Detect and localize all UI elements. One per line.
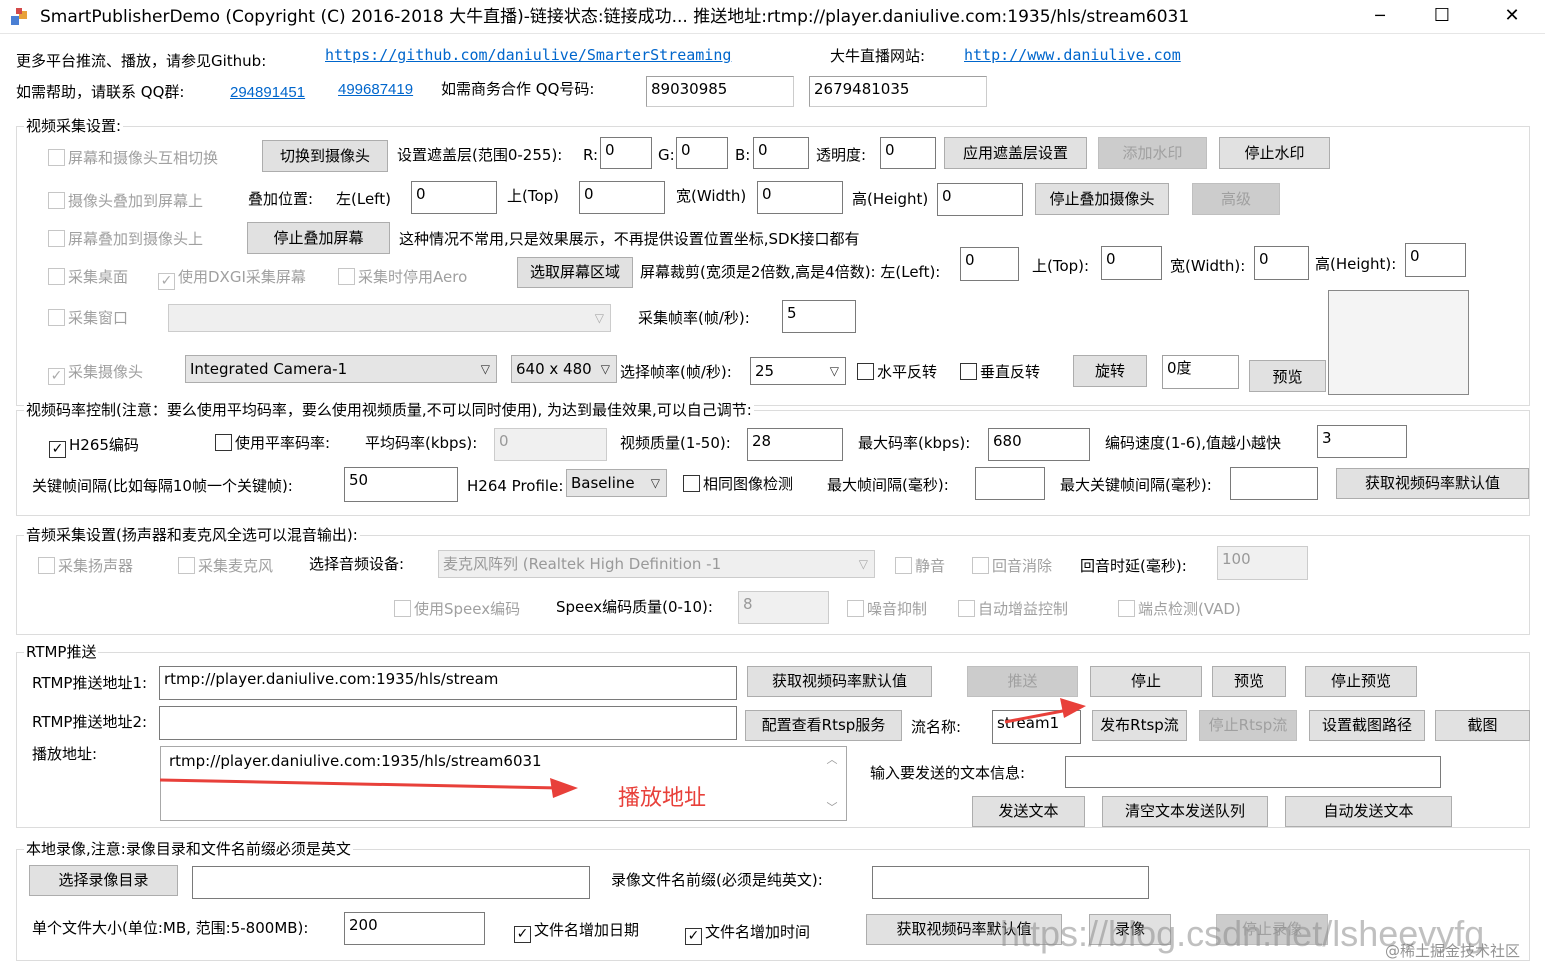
arrow-head-icon (550, 778, 578, 798)
record-group-label: 本地录像,注意:录像目录和文件名前缀必须是英文 (24, 839, 353, 859)
record-prefix-label: 录像文件名前缀(必须是纯英文): (611, 871, 823, 889)
annotation-arrow-line (159, 778, 561, 790)
file-size-input[interactable]: 200 (344, 912, 485, 945)
checkbox-box: ✓ (514, 926, 531, 943)
record-prefix-input[interactable] (872, 866, 1149, 899)
text-message-label: 输入要发送的文本信息: (870, 764, 1026, 782)
clear-text-queue-button[interactable]: 清空文本发送队列 (1102, 796, 1268, 827)
send-text-button[interactable]: 发送文本 (972, 796, 1085, 827)
select-record-dir-button[interactable]: 选择录像目录 (29, 865, 178, 896)
annotation-arrow-line (1004, 708, 1069, 724)
checkbox-box: ✓ (685, 928, 702, 945)
arrow-head-icon (1060, 698, 1086, 718)
record-dir-input[interactable] (192, 866, 590, 899)
text-message-input[interactable] (1065, 756, 1441, 788)
juejin-watermark: @稀土掘金技术社区 (1385, 942, 1521, 960)
add-date-checkbox[interactable]: ✓ 文件名增加日期 (514, 920, 639, 943)
file-size-label: 单个文件大小(单位:MB, 范围:5-800MB): (32, 919, 309, 937)
add-time-checkbox[interactable]: ✓ 文件名增加时间 (685, 922, 810, 945)
auto-send-text-button[interactable]: 自动发送文本 (1285, 796, 1452, 827)
